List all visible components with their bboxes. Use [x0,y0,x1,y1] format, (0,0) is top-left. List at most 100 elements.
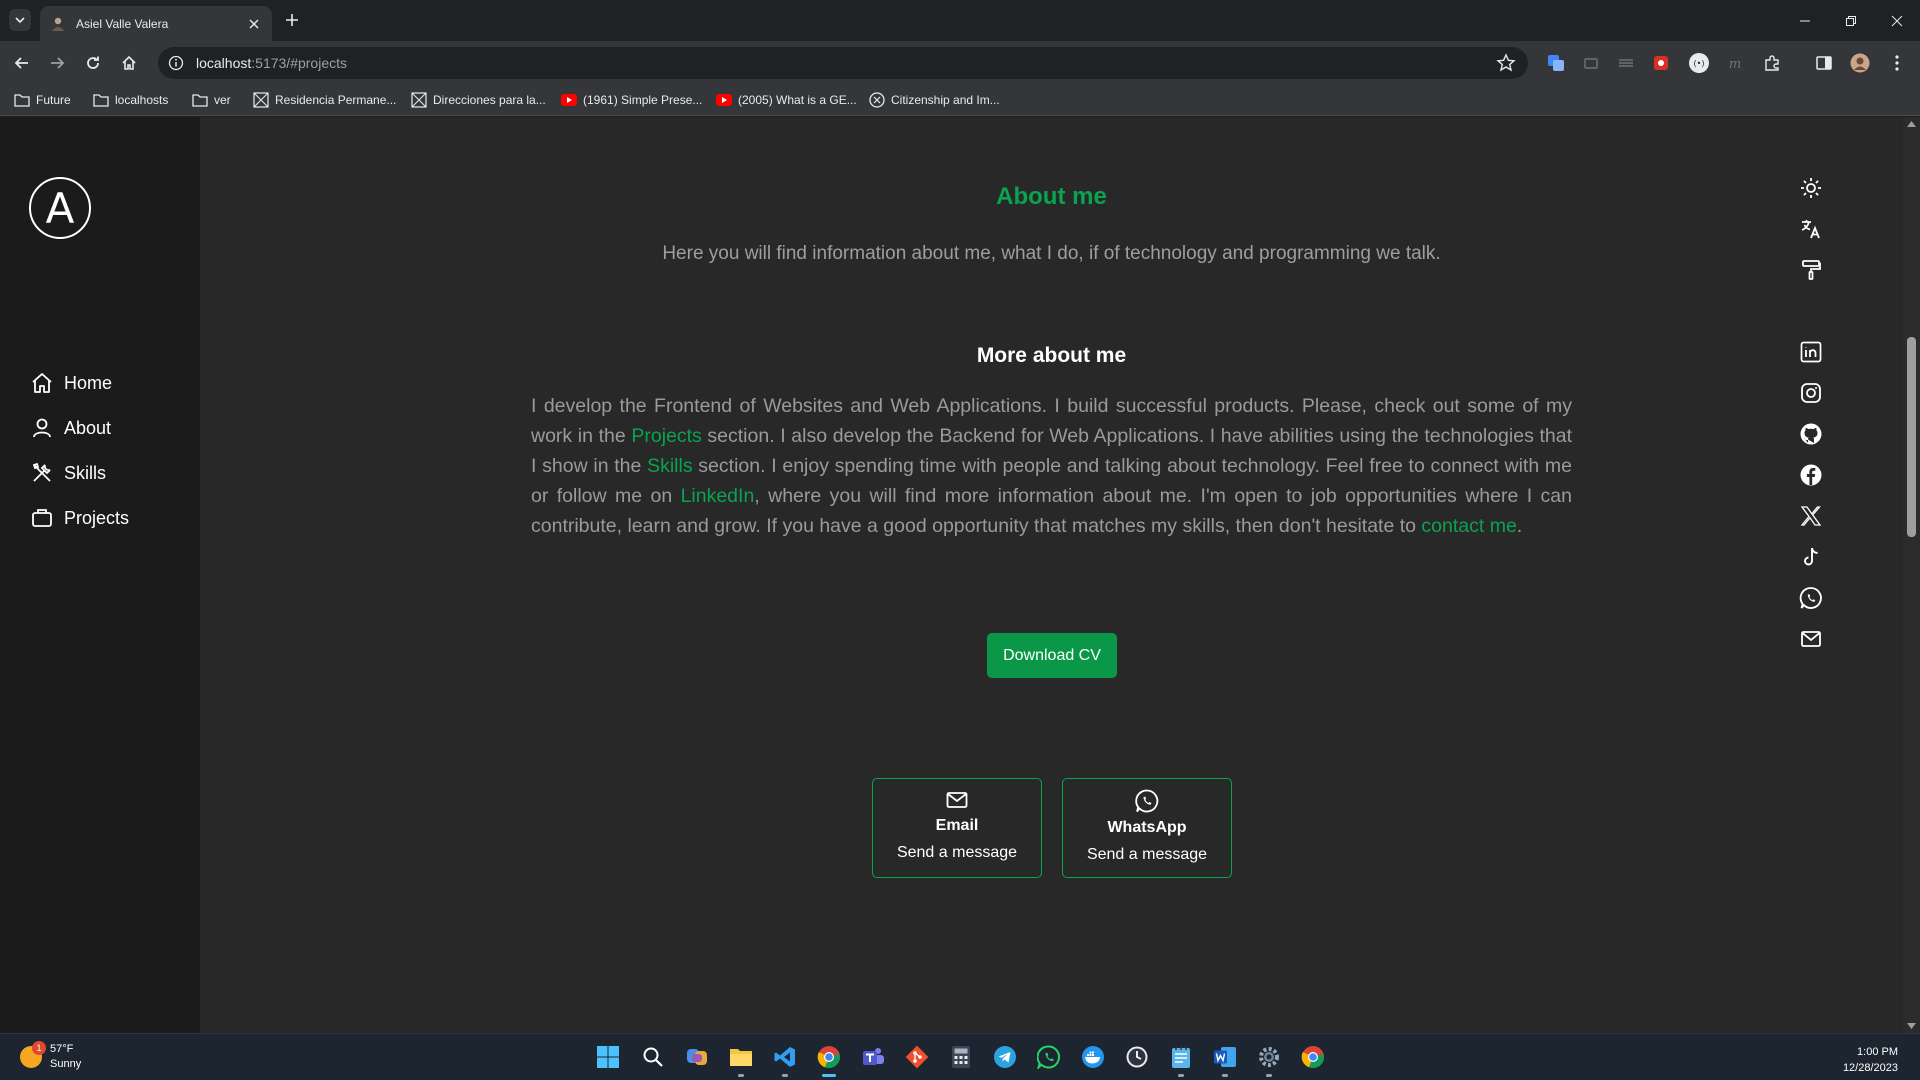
weather-desc: Sunny [50,1058,82,1070]
start-button[interactable] [595,1044,621,1070]
restore-button[interactable] [1828,0,1874,41]
bookmark-link[interactable]: Citizenship and Im... [869,91,1000,109]
extension-layers-icon[interactable] [1615,52,1637,74]
taskbar-chrome[interactable] [816,1044,842,1070]
taskbar-chrome-2[interactable] [1300,1044,1326,1070]
close-icon [1891,15,1903,26]
reload-button[interactable] [81,51,105,75]
extensions-puzzle-icon[interactable] [1761,52,1783,74]
skills-link[interactable]: Skills [647,455,693,477]
side-panel-icon[interactable] [1813,52,1835,74]
taskbar-notepad[interactable] [1168,1044,1194,1070]
facebook-link[interactable] [1798,462,1824,488]
copilot-icon [687,1049,707,1065]
arrow-right-icon [51,57,65,69]
scroll-up-arrow-icon[interactable] [1907,121,1916,127]
linkedin-link[interactable]: LinkedIn [681,485,755,507]
taskbar-calculator[interactable] [948,1044,974,1070]
taskbar-word[interactable] [1212,1044,1238,1070]
instagram-icon [1801,383,1821,403]
linkedin-icon [1800,341,1822,363]
taskbar-clock-app[interactable] [1124,1044,1150,1070]
nav-item-projects[interactable]: Projects [30,504,129,532]
bookmark-star-icon[interactable] [1496,53,1516,73]
nav-item-home[interactable]: Home [30,369,112,397]
bookmark-link[interactable]: Direcciones para la... [411,91,546,109]
extension-radio-icon[interactable]: (•) [1688,52,1710,74]
extension-red-icon[interactable] [1650,52,1672,74]
instagram-link[interactable] [1798,380,1824,406]
extension-window-icon[interactable] [1580,52,1602,74]
weather-widget[interactable]: 1 57°F Sunny [20,1041,82,1072]
scroll-thumb[interactable] [1907,337,1916,537]
download-cv-button[interactable]: Download CV [987,633,1117,678]
theme-toggle-button[interactable] [1798,175,1824,201]
bookmark-link[interactable]: Residencia Permane... [253,91,396,109]
youtube-icon [716,92,732,108]
gear-icon [1259,1047,1279,1067]
taskbar-whatsapp[interactable] [1036,1044,1062,1070]
tiktok-link[interactable] [1798,544,1824,570]
translate-extension-icon[interactable] [1545,52,1567,74]
mail-icon [946,792,968,808]
tab-close-icon[interactable] [246,16,262,32]
scroll-down-arrow-icon[interactable] [1907,1023,1916,1029]
page-scrollbar[interactable] [1903,117,1920,1033]
web-page: A Home About Skills Projects About me He… [0,117,1903,1033]
plus-icon [286,14,298,26]
bio-paragraph: I develop the Frontend of Websites and W… [531,395,1572,537]
extension-m-icon[interactable]: m [1724,52,1746,74]
nav-label: Home [64,372,113,393]
taskbar-vscode[interactable] [772,1044,798,1070]
bookmark-link[interactable]: (1961) Simple Prese... [561,91,702,109]
bookmark-folder[interactable]: Future [14,91,71,109]
github-icon [1800,423,1822,445]
section-subtitle: Here you will find information about me,… [662,243,1441,264]
tab-search-button[interactable] [9,9,31,31]
browser-tab[interactable]: Asiel Valle Valera [40,6,272,41]
taskbar-docker[interactable] [1080,1044,1106,1070]
close-window-button[interactable] [1874,0,1920,41]
minimize-button[interactable] [1782,0,1828,41]
site-info-icon[interactable] [168,55,184,71]
contact-card-whatsapp[interactable]: WhatsApp Send a message [1062,778,1232,878]
logo[interactable]: A [29,177,91,239]
taskbar-settings[interactable] [1256,1044,1282,1070]
contact-card-email[interactable]: Email Send a message [872,778,1042,878]
color-theme-button[interactable] [1798,257,1824,283]
language-button[interactable] [1798,216,1824,242]
system-clock[interactable]: 1:00 PM 12/28/2023 [1843,1044,1898,1076]
projects-link[interactable]: Projects [631,425,701,447]
bookmark-folder[interactable]: ver [192,91,231,109]
weather-temp: 57°F [50,1043,74,1055]
profile-avatar-icon[interactable] [1849,52,1871,74]
x-twitter-link[interactable] [1798,503,1824,529]
linkedin-link[interactable] [1798,339,1824,365]
github-link[interactable] [1798,421,1824,447]
taskbar-widgets[interactable] [684,1044,710,1070]
taskbar-teams[interactable] [860,1044,886,1070]
url-text[interactable]: localhost:5173/#projects [196,55,347,71]
back-button[interactable] [10,51,34,75]
home-button[interactable] [117,51,141,75]
address-bar[interactable]: localhost:5173/#projects [158,47,1528,79]
nav-item-about[interactable]: About [30,414,111,442]
email-link[interactable] [1798,626,1824,652]
taskbar-git[interactable] [904,1044,930,1070]
bookmark-folder[interactable]: localhosts [93,91,168,109]
chevron-down-icon [15,17,25,24]
taskbar-search-button[interactable] [640,1044,666,1070]
forward-button[interactable] [45,51,69,75]
nav-label: About [64,417,112,438]
browser-menu-icon[interactable] [1886,52,1908,74]
contact-me-link[interactable]: contact me [1421,515,1516,537]
nav-item-skills[interactable]: Skills [30,459,106,487]
new-tab-button[interactable] [282,10,302,30]
teams-icon [863,1048,884,1065]
whatsapp-link[interactable] [1798,585,1824,611]
taskbar-file-explorer[interactable] [728,1044,754,1070]
home-icon [32,373,52,393]
paint-roller-icon [1802,260,1821,280]
bookmark-link[interactable]: (2005) What is a GE... [716,91,857,109]
taskbar-telegram[interactable] [992,1044,1018,1070]
